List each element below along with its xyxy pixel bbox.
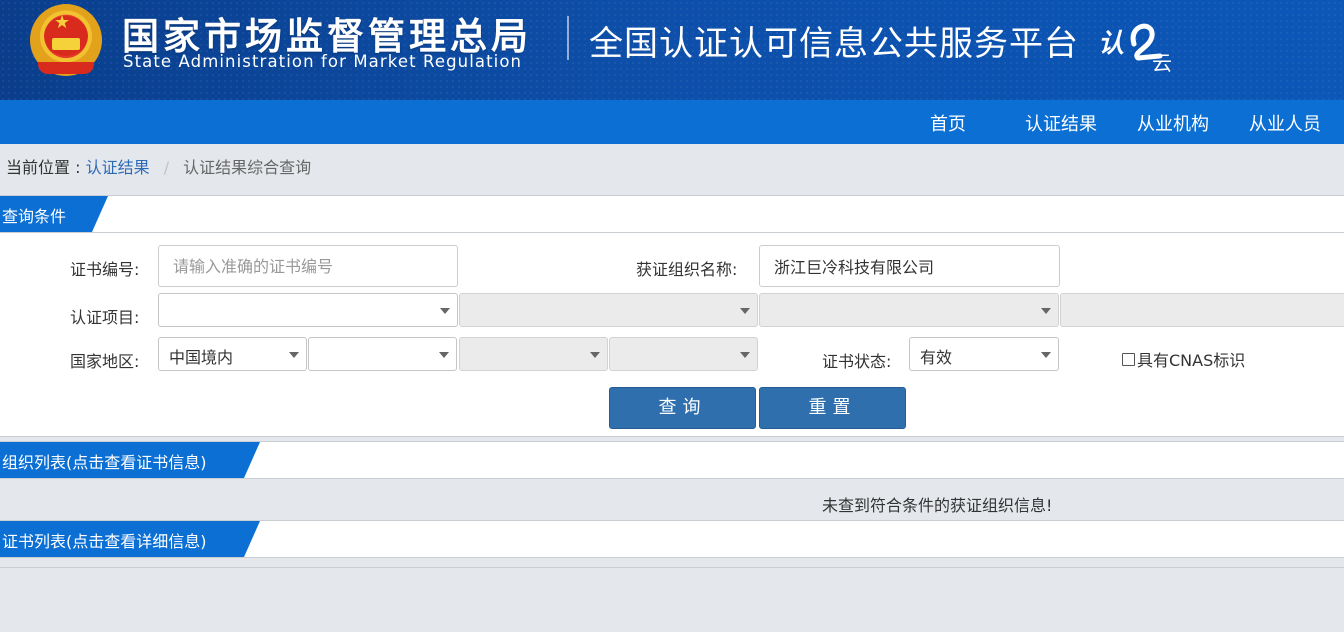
chevron-down-icon: [740, 308, 750, 314]
breadcrumb-prefix: 当前位置 :: [6, 158, 81, 177]
region-select-country[interactable]: 中国境内: [158, 337, 307, 371]
cnas-checkbox[interactable]: [1122, 352, 1135, 366]
org-list-empty-message: 未查到符合条件的获证组织信息!: [822, 496, 1053, 515]
project-select-1[interactable]: [158, 293, 458, 327]
project-label: 认证项目:: [70, 308, 140, 327]
cert-list-tab: 证书列表(点击查看详细信息): [0, 521, 260, 557]
breadcrumb-separator: /: [163, 158, 170, 177]
chevron-down-icon: [440, 308, 450, 314]
region-select-province[interactable]: [308, 337, 457, 371]
site-header: ★ 国家市场监督管理总局 State Administration for Ma…: [0, 0, 1344, 100]
region-select-district[interactable]: [609, 337, 758, 371]
status-label: 证书状态:: [822, 352, 892, 371]
logo-text-b: 云: [1152, 51, 1172, 72]
query-section-tab: 查询条件: [0, 196, 108, 232]
nav-item-institutions[interactable]: 从业机构: [1137, 110, 1209, 136]
org-name-input[interactable]: [759, 245, 1060, 287]
org-name-label: 获证组织名称:: [636, 260, 738, 279]
nav-item-cert-results[interactable]: 认证结果: [1025, 110, 1097, 136]
region-select-city[interactable]: [459, 337, 608, 371]
cert-list-header: 证书列表(点击查看详细信息): [0, 520, 1344, 558]
header-divider: [567, 16, 569, 60]
org-list-header: 组织列表(点击查看证书信息): [0, 441, 1344, 479]
region-select-country-value: 中国境内: [169, 348, 234, 367]
platform-title: 全国认证认可信息公共服务平台: [589, 24, 1079, 64]
breadcrumb-current: 认证结果综合查询: [183, 158, 312, 177]
status-select[interactable]: 有效: [909, 337, 1059, 371]
org-list-empty-row: 未查到符合条件的获证组织信息!: [0, 486, 1344, 520]
project-select-2[interactable]: [459, 293, 758, 327]
org-list-tab: 组织列表(点击查看证书信息): [0, 442, 260, 478]
nav-item-home[interactable]: 首页: [930, 110, 966, 136]
query-section-header: 查询条件: [0, 195, 1344, 233]
region-label: 国家地区:: [70, 352, 140, 371]
main-nav: 首页 认证结果 从业机构 从业人员: [0, 100, 1344, 144]
cnas-checkbox-wrap[interactable]: 具有CNAS标识: [1122, 347, 1245, 371]
chevron-down-icon: [289, 352, 299, 358]
nav-item-personnel[interactable]: 从业人员: [1249, 110, 1321, 136]
org-name-en: State Administration for Market Regulati…: [123, 52, 523, 71]
chevron-down-icon: [740, 352, 750, 358]
chevron-down-icon: [1041, 308, 1051, 314]
query-form: 证书编号: 获证组织名称: 认证项目: 国家地区: 中国境内 证书状态: 有效: [0, 233, 1344, 437]
chevron-down-icon: [439, 352, 449, 358]
chevron-down-icon: [1041, 352, 1051, 358]
chevron-down-icon: [590, 352, 600, 358]
cert-list-title: 证书列表(点击查看详细信息): [2, 532, 207, 551]
reset-button[interactable]: 重置: [759, 387, 906, 429]
cert-list-bottom-border: [0, 567, 1344, 568]
renzheng-cloud-logo-icon[interactable]: 认 云: [1098, 18, 1178, 72]
national-emblem-icon: ★: [30, 4, 102, 76]
project-select-3[interactable]: [759, 293, 1059, 327]
status-select-value: 有效: [920, 348, 953, 367]
search-button[interactable]: 查询: [609, 387, 756, 429]
breadcrumb: 当前位置 : 认证结果 / 认证结果综合查询: [6, 154, 311, 178]
org-list-title: 组织列表(点击查看证书信息): [2, 453, 207, 472]
query-section-title: 查询条件: [2, 207, 67, 226]
cnas-checkbox-label: 具有CNAS标识: [1137, 351, 1246, 370]
cert-no-input[interactable]: [158, 245, 458, 287]
logo-text-a: 认: [1098, 29, 1124, 59]
project-select-4[interactable]: [1060, 293, 1344, 327]
cert-no-label: 证书编号:: [70, 260, 140, 279]
breadcrumb-link-cert-results[interactable]: 认证结果: [86, 158, 150, 177]
